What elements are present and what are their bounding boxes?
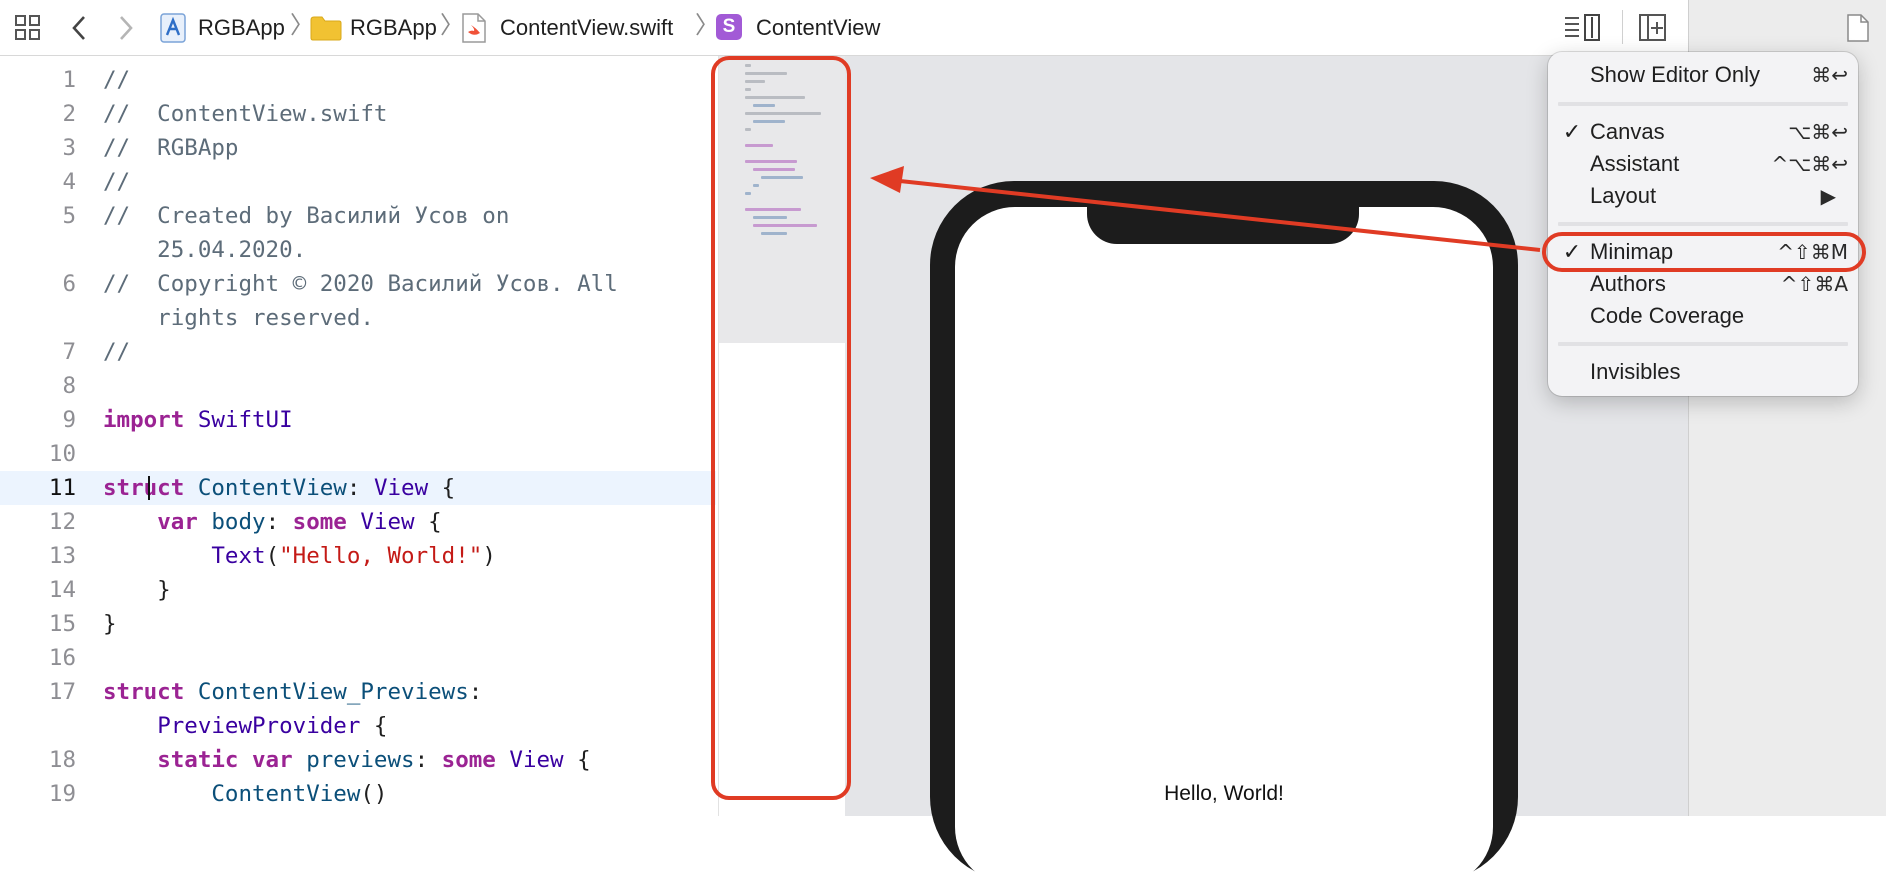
annotation-arrow-icon — [870, 166, 1541, 252]
